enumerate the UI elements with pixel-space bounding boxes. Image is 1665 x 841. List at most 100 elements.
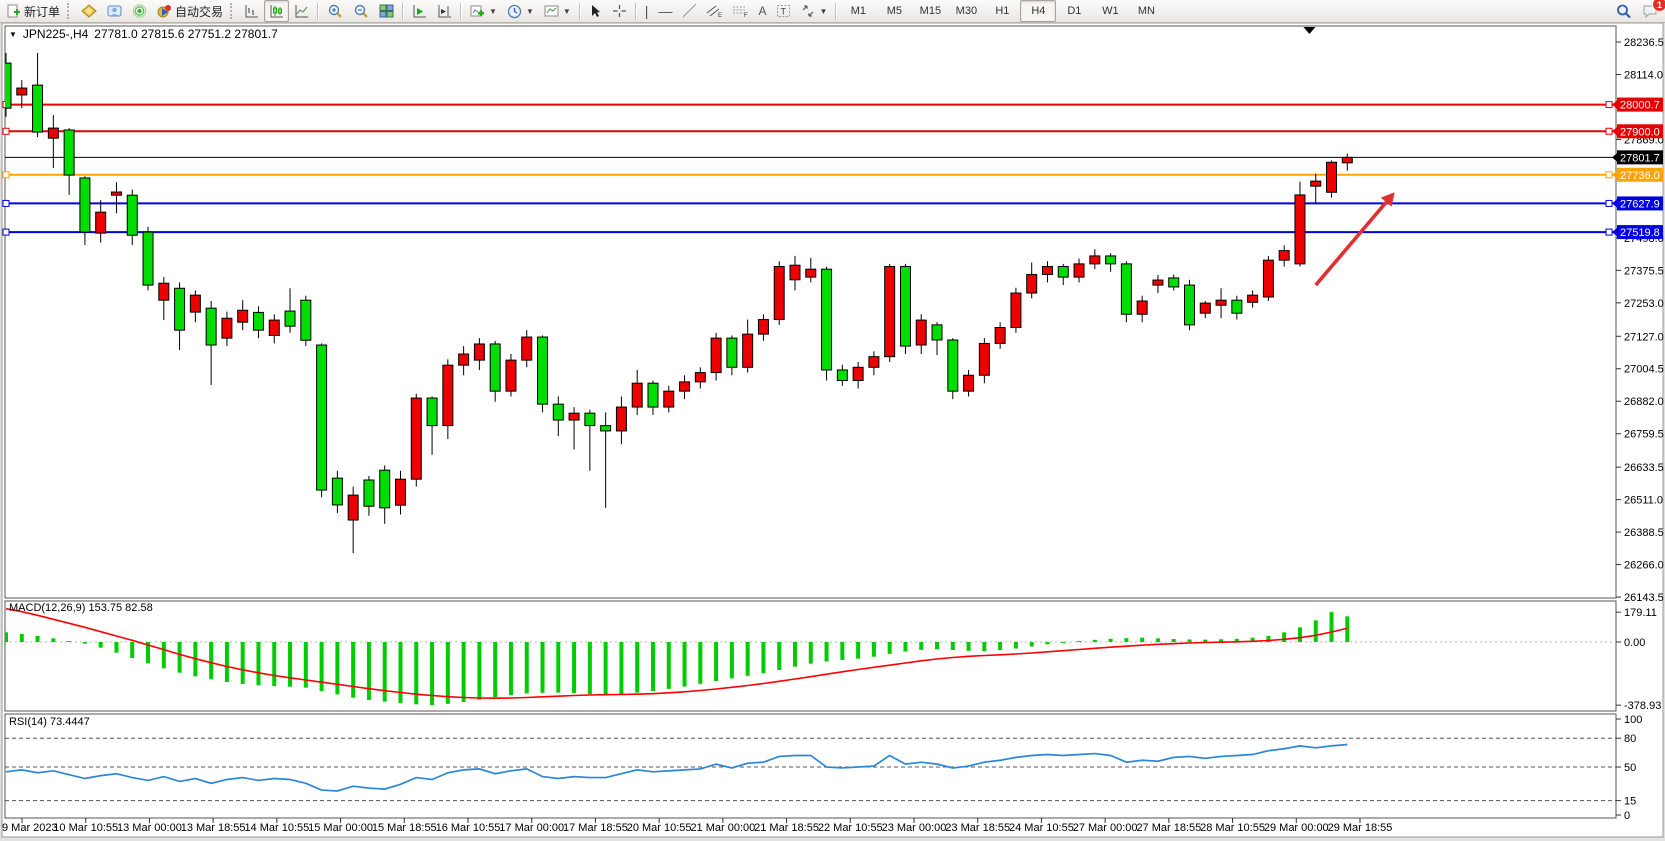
toolbar-separator [460, 3, 462, 20]
svg-text:0: 0 [1624, 810, 1630, 822]
chart-shift-button[interactable] [432, 0, 457, 22]
toolbar-separator [835, 3, 837, 20]
fibonacci-button[interactable]: F [727, 0, 753, 22]
candle [301, 300, 311, 340]
equidistant-channel-icon: E [706, 4, 722, 18]
svg-text:28236.5: 28236.5 [1624, 37, 1664, 49]
svg-text:27253.0: 27253.0 [1624, 298, 1664, 310]
autotrading-icon [157, 4, 172, 18]
cursor-button[interactable] [584, 0, 607, 22]
gold-button[interactable] [76, 0, 102, 22]
line-chart-button[interactable] [289, 0, 314, 22]
svg-text:23 Mar 00:00: 23 Mar 00:00 [882, 822, 947, 834]
price-badge: 27736.0 [1612, 168, 1663, 182]
candle [822, 269, 832, 370]
timeframe-h4-button[interactable]: H4 [1020, 0, 1056, 22]
candle [1327, 162, 1337, 192]
tile-windows-button[interactable] [374, 0, 399, 22]
svg-text:15 Mar 00:00: 15 Mar 00:00 [308, 822, 373, 834]
trendline-button[interactable]: ／ [677, 0, 701, 22]
toolbar-grip [230, 3, 237, 19]
candle [553, 404, 563, 420]
svg-text:9 Mar 2023: 9 Mar 2023 [2, 822, 58, 834]
timeframe-m5-button[interactable]: M5 [876, 0, 912, 22]
candle [459, 354, 469, 365]
svg-text:28114.0: 28114.0 [1624, 70, 1663, 82]
candle [916, 320, 926, 345]
vertical-line-button[interactable]: | [640, 0, 654, 22]
candle [727, 338, 737, 367]
timeframe-mn-button[interactable]: MN [1128, 0, 1164, 22]
zoom-in-button[interactable] [322, 0, 348, 22]
timeframe-w1-button[interactable]: W1 [1092, 0, 1128, 22]
candle [190, 295, 200, 312]
candle [1074, 264, 1084, 277]
bar-chart-button[interactable] [239, 0, 264, 22]
svg-text:27801.7: 27801.7 [1620, 152, 1660, 164]
svg-text:14 Mar 10:55: 14 Mar 10:55 [244, 822, 309, 834]
search-button[interactable] [1611, 0, 1637, 22]
price-badge: 27519.8 [1612, 225, 1663, 239]
webtrader-button[interactable] [102, 0, 127, 22]
candle [269, 320, 279, 335]
candle [853, 367, 863, 380]
svg-text:13 Mar 18:55: 13 Mar 18:55 [181, 822, 246, 834]
candlestick-chart-icon [269, 4, 284, 18]
candle [380, 470, 390, 508]
candle [585, 413, 595, 425]
auto-scroll-button[interactable] [407, 0, 432, 22]
candle [1153, 280, 1163, 285]
zoom-in-icon [327, 4, 343, 19]
new-order-button[interactable]: 新订单 [2, 0, 65, 22]
candle [632, 383, 642, 407]
candle [538, 337, 548, 404]
auto-trading-button[interactable]: 自动交易 [152, 0, 228, 22]
text-label-button[interactable]: T [771, 0, 796, 22]
periods-button[interactable]: ▼ [502, 0, 539, 22]
zoom-out-icon [353, 4, 369, 19]
timeframe-m1-button[interactable]: M1 [840, 0, 876, 22]
new-chart-button[interactable]: ▼ [465, 0, 502, 22]
svg-text:28000.7: 28000.7 [1620, 100, 1660, 112]
candlestick-chart-button[interactable] [264, 0, 289, 22]
svg-text:22 Mar 10:55: 22 Mar 10:55 [818, 822, 883, 834]
candle [837, 370, 847, 381]
price-badge: 27900.0 [1612, 124, 1663, 138]
horizontal-line-icon: — [658, 4, 672, 18]
horizontal-line-button[interactable]: — [653, 0, 677, 22]
svg-text:27 Mar 18:55: 27 Mar 18:55 [1136, 822, 1201, 834]
channel-button[interactable]: E [701, 0, 727, 22]
svg-text:50: 50 [1624, 762, 1636, 774]
candle [648, 383, 658, 407]
candle [427, 398, 437, 426]
notifications-button[interactable]: 1 [1637, 0, 1663, 22]
candle [1058, 267, 1068, 278]
text-button[interactable]: A [753, 0, 771, 22]
gold-icon [81, 4, 97, 18]
svg-text:21 Mar 00:00: 21 Mar 00:00 [690, 822, 755, 834]
candle [774, 267, 784, 320]
templates-button[interactable]: ▼ [539, 0, 576, 22]
timeframe-h1-button[interactable]: H1 [984, 0, 1020, 22]
candle [396, 479, 406, 505]
svg-text:26511.0: 26511.0 [1624, 495, 1663, 507]
timeframe-d1-button[interactable]: D1 [1056, 0, 1092, 22]
crosshair-button[interactable] [607, 0, 632, 22]
arrows-button[interactable]: ▼ [796, 0, 832, 22]
svg-text:21 Mar 18:55: 21 Mar 18:55 [754, 822, 819, 834]
candle [695, 373, 705, 382]
svg-text:26633.5: 26633.5 [1624, 462, 1664, 474]
timeframe-m30-button[interactable]: M30 [948, 0, 984, 22]
bar-chart-icon [244, 4, 259, 18]
chart-canvas[interactable]: 28236.528114.027869.027498.027375.527253… [0, 0, 1665, 841]
svg-text:80: 80 [1624, 733, 1636, 745]
text-label-icon: T [776, 4, 791, 18]
market-button[interactable] [127, 0, 152, 22]
zoom-out-button[interactable] [348, 0, 374, 22]
candle [1106, 256, 1116, 264]
timeframe-m15-button[interactable]: M15 [912, 0, 948, 22]
candle [616, 407, 626, 431]
auto-trading-label: 自动交易 [175, 3, 223, 20]
svg-text:20 Mar 10:55: 20 Mar 10:55 [627, 822, 692, 834]
svg-text:28 Mar 10:55: 28 Mar 10:55 [1200, 822, 1265, 834]
